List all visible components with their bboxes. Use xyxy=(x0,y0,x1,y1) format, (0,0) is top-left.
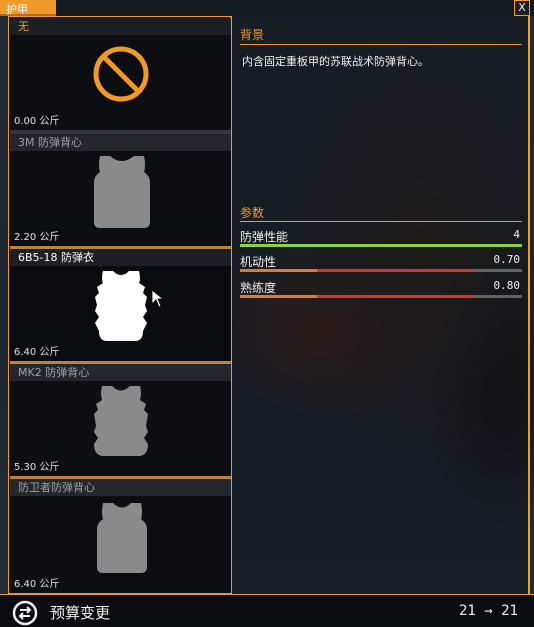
armor-list: 无 0.00 公斤 3M 防弹背心 2.20 公斤 6B5-18 防弹衣 6.4… xyxy=(8,16,231,594)
background-description: 内含固定重板甲的苏联战术防弹背心。 xyxy=(242,55,429,68)
divider xyxy=(529,16,530,594)
window-title: 护甲 xyxy=(6,3,28,16)
armor-item-weight: 6.40 公斤 xyxy=(14,347,60,358)
budget-bar: 预算变更 21 → 21 xyxy=(0,594,534,627)
stat-armor: 防弹性能 4 xyxy=(240,225,522,247)
stat-bar xyxy=(240,269,522,272)
stat-value: 4 xyxy=(513,228,520,241)
stat-mobility: 机动性 0.70 xyxy=(240,250,522,272)
stat-bar-fill xyxy=(240,295,475,298)
details-panel: 背景 内含固定重板甲的苏联战术防弹背心。 参数 防弹性能 4 机动性 0.70 … xyxy=(232,16,529,594)
divider xyxy=(231,16,232,594)
vest-icon xyxy=(94,156,150,228)
armor-item-name: 3M 防弹背心 xyxy=(10,134,231,151)
armor-item-weight: 2.20 公斤 xyxy=(14,232,60,243)
vest-icon xyxy=(97,503,147,573)
armor-item-3m[interactable]: 3M 防弹背心 2.20 公斤 xyxy=(10,134,231,246)
armor-item-name: 防卫者防弹背心 xyxy=(10,479,231,496)
stat-bar xyxy=(240,295,522,298)
stat-label: 防弹性能 xyxy=(240,230,289,244)
budget-icon xyxy=(12,600,38,626)
none-icon xyxy=(93,46,149,102)
budget-value: 21 → 21 xyxy=(458,603,518,619)
armor-item-weight: 5.30 公斤 xyxy=(14,462,60,473)
divider xyxy=(240,221,522,222)
armor-item-mk2[interactable]: MK2 防弹背心 5.30 公斤 xyxy=(10,364,231,476)
cursor-icon xyxy=(152,290,164,308)
title-bar xyxy=(0,0,534,16)
armor-item-weight: 6.40 公斤 xyxy=(14,579,60,590)
stat-bar-fill xyxy=(240,269,475,272)
armor-item-name: 6B5-18 防弹衣 xyxy=(10,249,231,266)
stat-value: 0.80 xyxy=(493,279,521,292)
window-tab: 护甲 xyxy=(0,0,56,16)
params-heading: 参数 xyxy=(240,206,265,220)
armor-item-defender[interactable]: 防卫者防弹背心 6.40 公斤 xyxy=(10,479,231,593)
armor-item-weight: 0.00 公斤 xyxy=(14,116,60,127)
stat-value: 0.70 xyxy=(493,253,521,266)
armor-item-name: MK2 防弹背心 xyxy=(10,364,231,381)
stat-bar xyxy=(240,244,522,247)
vest-icon xyxy=(94,386,148,456)
close-button[interactable]: X xyxy=(514,0,530,16)
stat-bar-fill xyxy=(240,244,522,247)
background-heading: 背景 xyxy=(240,28,265,42)
armor-item-6b5[interactable]: 6B5-18 防弹衣 6.40 公斤 xyxy=(10,249,231,361)
armor-item-none[interactable]: 无 0.00 公斤 xyxy=(10,18,231,130)
heavy-vest-icon xyxy=(95,271,147,341)
stat-proficiency: 熟练度 0.80 xyxy=(240,276,522,298)
stat-label: 熟练度 xyxy=(240,281,277,295)
stat-label: 机动性 xyxy=(240,255,277,269)
divider xyxy=(240,44,522,45)
armor-item-name: 无 xyxy=(10,18,231,35)
budget-label: 预算变更 xyxy=(50,604,111,622)
